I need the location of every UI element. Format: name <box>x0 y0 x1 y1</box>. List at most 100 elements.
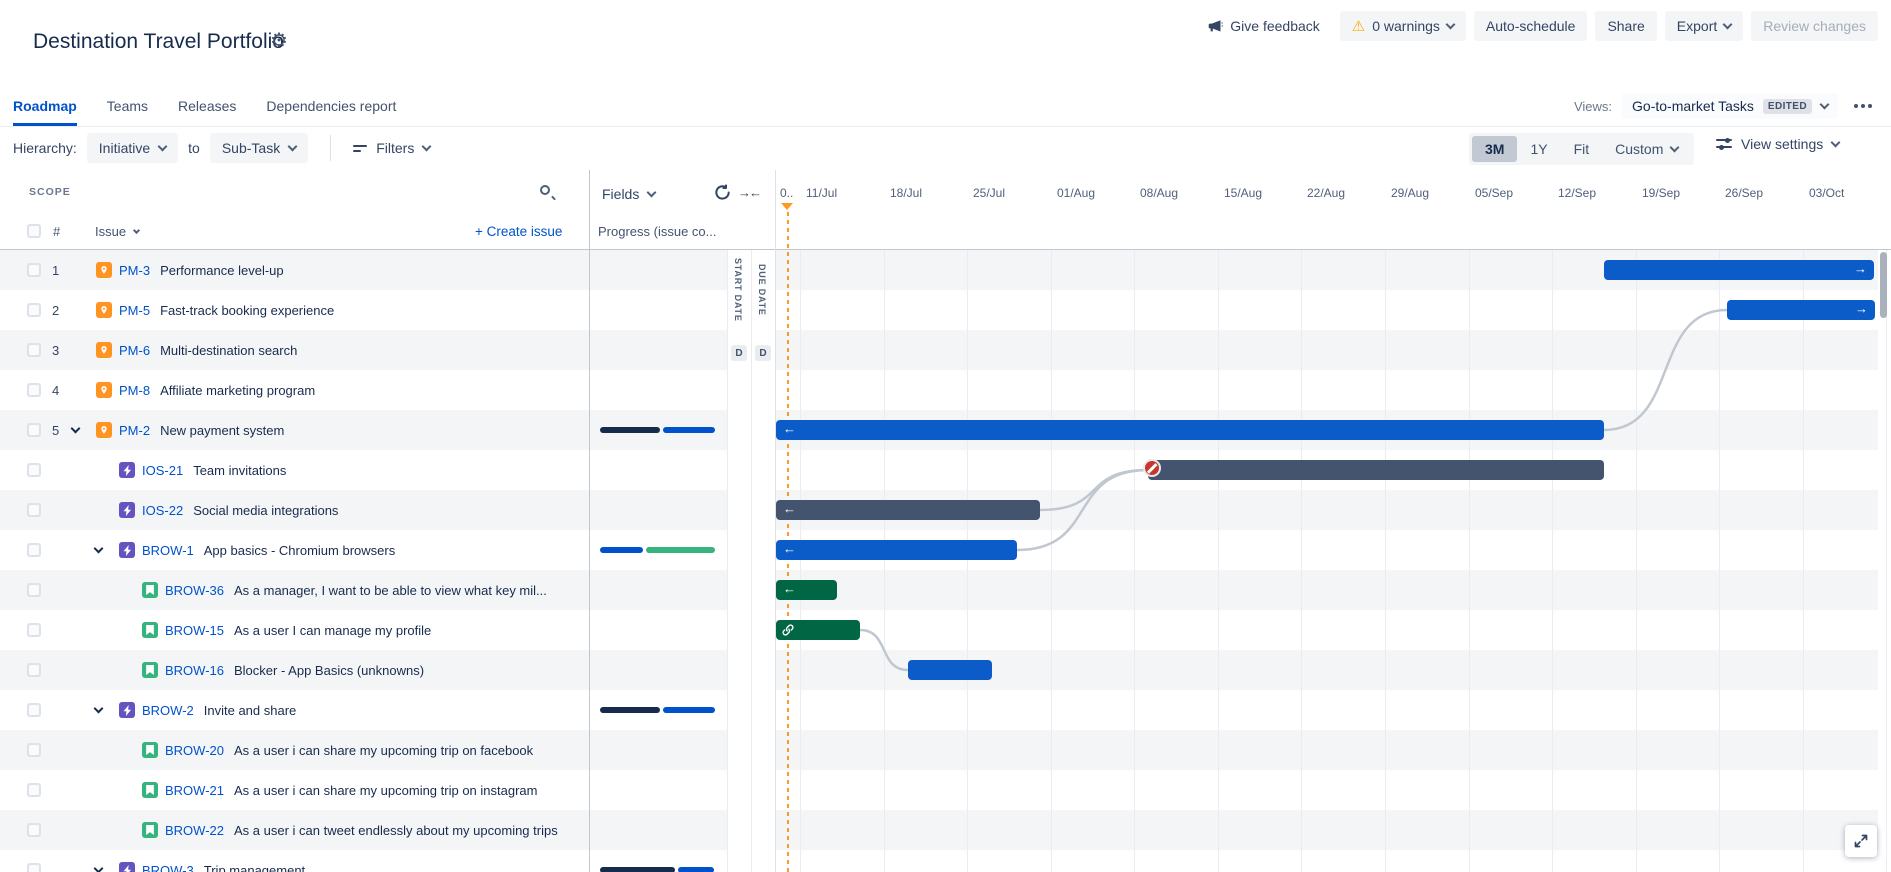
issue-key-link[interactable]: BROW-16 <box>165 663 224 678</box>
issue-key-link[interactable]: BROW-22 <box>165 823 224 838</box>
row-checkbox[interactable] <box>27 663 41 677</box>
gantt-bar-IOS-21[interactable] <box>1148 460 1604 480</box>
continues-left-icon: ← <box>783 581 796 596</box>
progress-bar-segment <box>600 707 660 713</box>
issue-row-IOS-21: IOS-21 Team invitations <box>0 450 589 490</box>
issue-title: Fast-track booking experience <box>160 302 335 318</box>
gantt-bar-PM-5[interactable]: → <box>1727 300 1875 320</box>
dependency-line-BROW-15-BROW-16 <box>858 628 910 672</box>
issue-row-BROW-15: BROW-15 As a user I can manage my profile <box>0 610 589 650</box>
row-number: 4 <box>52 382 60 398</box>
advanced-roadmaps-app: Destination Travel Portfolio ⚙ Give feed… <box>0 0 1891 872</box>
row-checkbox[interactable] <box>27 423 41 437</box>
issue-row-BROW-20: BROW-20 As a user i can share my upcoming… <box>0 730 589 770</box>
epic-icon <box>119 462 135 478</box>
story-icon <box>142 822 158 838</box>
issue-title: Multi-destination search <box>160 342 298 358</box>
gantt-bar-BROW-16[interactable] <box>908 660 992 680</box>
epic-icon <box>119 702 135 718</box>
issue-key-link[interactable]: PM-3 <box>119 263 150 278</box>
issue-title: As a user I can manage my profile <box>234 622 432 638</box>
issue-title: As a user i can tweet endlessly about my… <box>234 822 558 838</box>
progress-bar-segment <box>600 547 643 553</box>
row-checkbox[interactable] <box>27 863 41 872</box>
issue-row-BROW-3: BROW-3 Trip management <box>0 850 589 872</box>
issue-key-link[interactable]: IOS-22 <box>142 503 183 518</box>
gantt-bar-BROW-36[interactable]: ← <box>776 580 837 600</box>
row-checkbox[interactable] <box>27 703 41 717</box>
issue-title: Social media integrations <box>193 502 339 518</box>
row-checkbox[interactable] <box>27 623 41 637</box>
row-checkbox[interactable] <box>27 543 41 557</box>
row-checkbox[interactable] <box>27 383 41 397</box>
issue-title: Blocker - App Basics (unknowns) <box>234 662 425 678</box>
continues-left-icon: ← <box>783 501 796 516</box>
issue-title: As a user i can share my upcoming trip o… <box>234 742 534 758</box>
epic-icon <box>119 502 135 518</box>
issue-title: Affiliate marketing program <box>160 382 316 398</box>
gantt-bar-PM-3[interactable]: → <box>1604 260 1874 280</box>
fullscreen-button[interactable] <box>1845 825 1877 857</box>
expand-chevron-icon[interactable] <box>93 543 104 553</box>
initiative-icon <box>96 382 112 398</box>
initiative-icon <box>96 262 112 278</box>
issue-key-link[interactable]: BROW-1 <box>142 543 194 558</box>
row-checkbox[interactable] <box>27 783 41 797</box>
row-checkbox[interactable] <box>27 583 41 597</box>
row-number: 5 <box>52 422 60 438</box>
issue-row-BROW-16: BROW-16 Blocker - App Basics (unknowns) <box>0 650 589 690</box>
issue-title: New payment system <box>160 422 285 438</box>
issue-key-link[interactable]: PM-6 <box>119 343 150 358</box>
issue-key-link[interactable]: BROW-3 <box>142 863 194 872</box>
dependency-line-PM-2-PM-5 <box>1602 308 1729 432</box>
issue-key-link[interactable]: BROW-21 <box>165 783 224 798</box>
row-checkbox[interactable] <box>27 503 41 517</box>
issue-key-link[interactable]: BROW-15 <box>165 623 224 638</box>
issue-row-BROW-21: BROW-21 As a user i can share my upcoming… <box>0 770 589 810</box>
vertical-scrollbar[interactable] <box>1880 252 1887 318</box>
issue-key-link[interactable]: BROW-2 <box>142 703 194 718</box>
gantt-bar-BROW-1[interactable]: ← <box>776 540 1017 560</box>
issue-key-link[interactable]: PM-2 <box>119 423 150 438</box>
issue-title: Team invitations <box>193 462 287 478</box>
issue-row-BROW-2: BROW-2 Invite and share <box>0 690 589 730</box>
row-checkbox[interactable] <box>27 463 41 477</box>
gantt-bar-IOS-22[interactable]: ← <box>776 500 1040 520</box>
issue-row-PM-2: 5 PM-2 New payment system <box>0 410 589 450</box>
issue-key-link[interactable]: BROW-36 <box>165 583 224 598</box>
row-checkbox[interactable] <box>27 823 41 837</box>
initiative-icon <box>96 302 112 318</box>
issue-key-link[interactable]: PM-8 <box>119 383 150 398</box>
expand-chevron-icon[interactable] <box>93 703 104 713</box>
progress-bar-segment <box>663 427 715 433</box>
expand-chevron-icon[interactable] <box>70 423 81 433</box>
row-checkbox[interactable] <box>27 263 41 277</box>
story-icon <box>142 582 158 598</box>
progress-bar-segment <box>600 867 675 872</box>
epic-icon <box>119 862 135 872</box>
gantt-bar-PM-2[interactable]: ← <box>776 420 1604 440</box>
issue-key-link[interactable]: IOS-21 <box>142 463 183 478</box>
issue-row-BROW-22: BROW-22 As a user i can tweet endlessly a… <box>0 810 589 850</box>
issue-row-BROW-1: BROW-1 App basics - Chromium browsers <box>0 530 589 570</box>
blocked-sprint-icon[interactable] <box>1143 459 1161 477</box>
issue-row-PM-6: 3 PM-6 Multi-destination search <box>0 330 589 370</box>
progress-bar-segment <box>678 867 714 872</box>
progress-bar-segment <box>663 707 715 713</box>
row-number: 1 <box>52 262 60 278</box>
progress-bar-segment <box>646 547 715 553</box>
expand-chevron-icon[interactable] <box>93 863 104 872</box>
issue-key-link[interactable]: PM-5 <box>119 303 150 318</box>
issue-title: App basics - Chromium browsers <box>203 542 396 558</box>
issue-title: As a manager, I want to be able to view … <box>234 582 547 598</box>
row-checkbox[interactable] <box>27 303 41 317</box>
issue-row-PM-3: 1 PM-3 Performance level-up <box>0 250 589 290</box>
issue-title: Trip management <box>203 862 306 872</box>
issue-title: As a user i can share my upcoming trip o… <box>234 782 538 798</box>
story-icon <box>142 662 158 678</box>
issue-key-link[interactable]: BROW-20 <box>165 743 224 758</box>
row-checkbox[interactable] <box>27 743 41 757</box>
row-checkbox[interactable] <box>27 343 41 357</box>
gantt-bar-BROW-15[interactable] <box>776 620 860 640</box>
issue-row-PM-8: 4 PM-8 Affiliate marketing program <box>0 370 589 410</box>
